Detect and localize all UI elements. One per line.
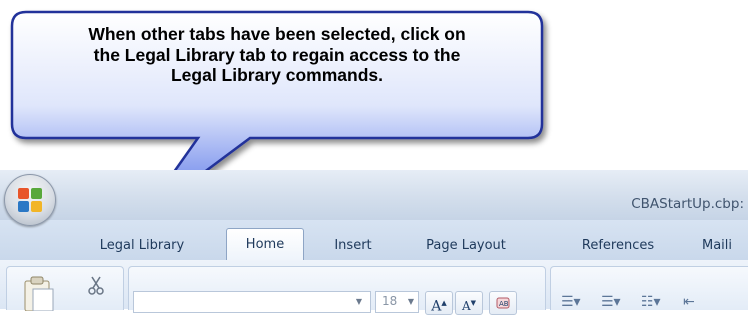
- shrink-font-icon: A: [461, 299, 471, 313]
- font-name-combobox[interactable]: ▼: [133, 291, 371, 313]
- document-title: CBAStartUp.cbp:: [631, 196, 744, 212]
- callout-text: When other tabs have been selected, clic…: [18, 24, 536, 86]
- bullets-icon[interactable]: ☰▾: [561, 291, 581, 313]
- paste-icon[interactable]: [19, 275, 57, 311]
- ribbon-home: ▼ 18 ▼ A▲ A▼ AB ☰▾ ☰▾ ☷▾ ⇤: [0, 260, 748, 315]
- callout-line-3: Legal Library commands.: [170, 65, 383, 85]
- font-size-combobox[interactable]: 18 ▼: [375, 291, 419, 313]
- numbering-icon[interactable]: ☰▾: [601, 291, 621, 313]
- decrease-indent-icon[interactable]: ⇤: [683, 291, 695, 313]
- font-size-value: 18: [382, 294, 398, 308]
- font-group: ▼ 18 ▼ A▲ A▼ AB: [128, 266, 546, 315]
- multilevel-list-icon[interactable]: ☷▾: [641, 291, 661, 313]
- tab-mailings[interactable]: Maili: [702, 232, 748, 260]
- clear-formatting-button[interactable]: AB: [489, 291, 517, 315]
- paragraph-group: ☰▾ ☰▾ ☷▾ ⇤: [550, 266, 748, 310]
- dropdown-arrow-icon: ▼: [355, 297, 362, 306]
- grow-font-icon: A: [431, 298, 442, 315]
- tab-home[interactable]: Home: [226, 228, 304, 261]
- shrink-font-button[interactable]: A▼: [455, 291, 483, 315]
- tab-insert[interactable]: Insert: [320, 232, 386, 260]
- office-button[interactable]: [4, 174, 56, 226]
- grow-font-button[interactable]: A▲: [425, 291, 453, 315]
- cut-icon[interactable]: [87, 275, 105, 295]
- tab-page-layout[interactable]: Page Layout: [412, 232, 520, 260]
- callout-line-1: When other tabs have been selected, clic…: [88, 24, 466, 44]
- office-button-icon: [18, 188, 42, 212]
- title-bar: CBAStartUp.cbp:: [0, 170, 748, 220]
- tab-legal-library[interactable]: Legal Library: [84, 232, 200, 260]
- clipboard-group: [6, 266, 124, 311]
- svg-text:AB: AB: [499, 300, 509, 308]
- tab-references[interactable]: References: [566, 232, 670, 260]
- dropdown-arrow-icon: ▼: [407, 297, 414, 306]
- word-window: CBAStartUp.cbp: Legal Library Home Inser…: [0, 170, 748, 315]
- ribbon-tab-bar: Legal Library Home Insert Page Layout Re…: [0, 220, 748, 261]
- callout-line-2: the Legal Library tab to regain access t…: [93, 44, 461, 65]
